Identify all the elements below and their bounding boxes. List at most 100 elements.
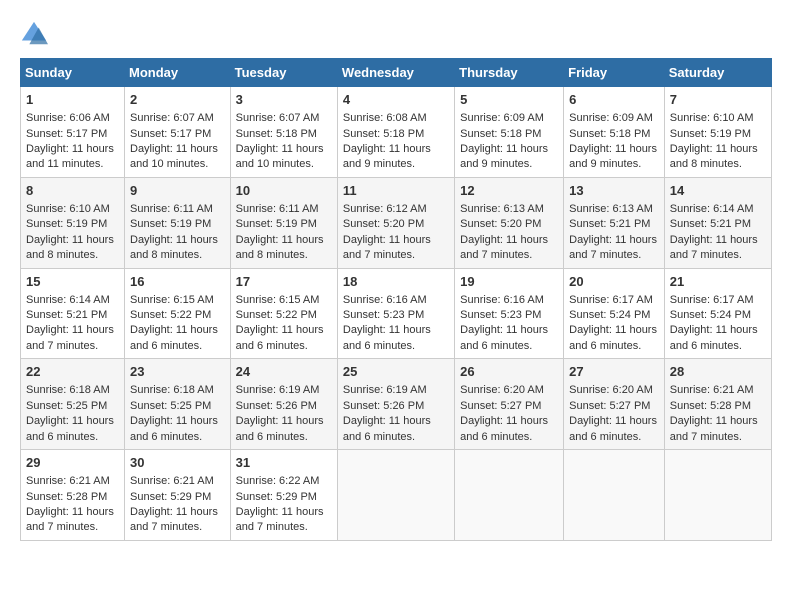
- calendar-cell: 23Sunrise: 6:18 AMSunset: 5:25 PMDayligh…: [125, 359, 231, 450]
- daylight-label: Daylight: 11 hours and 6 minutes.: [26, 415, 114, 442]
- daylight-label: Daylight: 11 hours and 6 minutes.: [460, 415, 548, 442]
- sunset-label: Sunset: 5:26 PM: [236, 400, 317, 412]
- logo: [20, 20, 52, 48]
- daylight-label: Daylight: 11 hours and 8 minutes.: [26, 234, 114, 261]
- daylight-label: Daylight: 11 hours and 8 minutes.: [236, 234, 324, 261]
- daylight-label: Daylight: 11 hours and 10 minutes.: [236, 143, 324, 170]
- calendar-cell: 12Sunrise: 6:13 AMSunset: 5:20 PMDayligh…: [455, 177, 564, 268]
- sunrise-label: Sunrise: 6:21 AM: [670, 384, 754, 396]
- daylight-label: Daylight: 11 hours and 6 minutes.: [569, 324, 657, 351]
- daylight-label: Daylight: 11 hours and 10 minutes.: [130, 143, 218, 170]
- column-header-monday: Monday: [125, 59, 231, 87]
- daylight-label: Daylight: 11 hours and 6 minutes.: [670, 324, 758, 351]
- day-number: 6: [569, 91, 659, 109]
- calendar-cell: [564, 450, 665, 541]
- sunrise-label: Sunrise: 6:13 AM: [460, 203, 544, 215]
- calendar-cell: 15Sunrise: 6:14 AMSunset: 5:21 PMDayligh…: [21, 268, 125, 359]
- sunrise-label: Sunrise: 6:10 AM: [26, 203, 110, 215]
- column-header-thursday: Thursday: [455, 59, 564, 87]
- sunrise-label: Sunrise: 6:15 AM: [130, 294, 214, 306]
- sunrise-label: Sunrise: 6:21 AM: [130, 475, 214, 487]
- daylight-label: Daylight: 11 hours and 7 minutes.: [26, 324, 114, 351]
- calendar-cell: 26Sunrise: 6:20 AMSunset: 5:27 PMDayligh…: [455, 359, 564, 450]
- sunrise-label: Sunrise: 6:16 AM: [460, 294, 544, 306]
- sunrise-label: Sunrise: 6:06 AM: [26, 112, 110, 124]
- day-number: 15: [26, 273, 119, 291]
- sunrise-label: Sunrise: 6:19 AM: [236, 384, 320, 396]
- sunset-label: Sunset: 5:18 PM: [343, 128, 424, 140]
- sunset-label: Sunset: 5:18 PM: [460, 128, 541, 140]
- sunrise-label: Sunrise: 6:16 AM: [343, 294, 427, 306]
- calendar-week-row: 22 Sunrise: 6:18 AM Sunset: 5:25 PM Dayligh…: [21, 359, 772, 450]
- calendar-cell: 22 Sunrise: 6:18 AM Sunset: 5:25 PM Dayligh…: [21, 359, 125, 450]
- calendar-table: SundayMondayTuesdayWednesdayThursdayFrid…: [20, 58, 772, 541]
- calendar-week-row: 1 Sunrise: 6:06 AM Sunset: 5:17 PM Daylight…: [21, 87, 772, 178]
- daylight-label: Daylight: 11 hours and 7 minutes.: [670, 415, 758, 442]
- sunset-label: Sunset: 5:25 PM: [130, 400, 211, 412]
- sunrise-label: Sunrise: 6:11 AM: [130, 203, 213, 215]
- daylight-label: Daylight: 11 hours and 7 minutes.: [670, 234, 758, 261]
- day-number: 9: [130, 182, 225, 200]
- calendar-cell: 5Sunrise: 6:09 AMSunset: 5:18 PMDaylight…: [455, 87, 564, 178]
- day-number: 3: [236, 91, 332, 109]
- calendar-cell: 13Sunrise: 6:13 AMSunset: 5:21 PMDayligh…: [564, 177, 665, 268]
- calendar-cell: 21Sunrise: 6:17 AMSunset: 5:24 PMDayligh…: [664, 268, 771, 359]
- sunset-label: Sunset: 5:18 PM: [236, 128, 317, 140]
- day-number: 10: [236, 182, 332, 200]
- day-number: 22: [26, 363, 119, 381]
- calendar-cell: 11Sunrise: 6:12 AMSunset: 5:20 PMDayligh…: [337, 177, 454, 268]
- day-number: 2: [130, 91, 225, 109]
- sunset-label: Sunset: 5:23 PM: [343, 309, 424, 321]
- sunrise-label: Sunrise: 6:18 AM: [26, 384, 110, 396]
- sunrise-label: Sunrise: 6:21 AM: [26, 475, 110, 487]
- daylight-label: Daylight: 11 hours and 6 minutes.: [130, 324, 218, 351]
- day-number: 8: [26, 182, 119, 200]
- sunset-label: Sunset: 5:22 PM: [236, 309, 317, 321]
- day-number: 19: [460, 273, 558, 291]
- day-number: 7: [670, 91, 766, 109]
- daylight-label: Daylight: 11 hours and 9 minutes.: [460, 143, 548, 170]
- day-number: 16: [130, 273, 225, 291]
- sunset-label: Sunset: 5:21 PM: [569, 218, 650, 230]
- daylight-label: Daylight: 11 hours and 9 minutes.: [569, 143, 657, 170]
- sunrise-label: Sunrise: 6:07 AM: [236, 112, 320, 124]
- sunset-label: Sunset: 5:22 PM: [130, 309, 211, 321]
- daylight-label: Daylight: 11 hours and 7 minutes.: [569, 234, 657, 261]
- sunset-label: Sunset: 5:28 PM: [26, 491, 107, 503]
- sunset-label: Sunset: 5:24 PM: [569, 309, 650, 321]
- sunset-label: Sunset: 5:25 PM: [26, 400, 107, 412]
- sunrise-label: Sunrise: 6:15 AM: [236, 294, 320, 306]
- daylight-label: Daylight: 11 hours and 6 minutes.: [343, 324, 431, 351]
- sunrise-label: Sunrise: 6:19 AM: [343, 384, 427, 396]
- sunset-label: Sunset: 5:17 PM: [26, 128, 107, 140]
- calendar-cell: 16 Sunrise: 6:15 AM Sunset: 5:22 PM Dayligh…: [125, 268, 231, 359]
- sunrise-label: Sunrise: 6:22 AM: [236, 475, 320, 487]
- day-number: 5: [460, 91, 558, 109]
- calendar-cell: 30Sunrise: 6:21 AMSunset: 5:29 PMDayligh…: [125, 450, 231, 541]
- daylight-label: Daylight: 11 hours and 6 minutes.: [236, 324, 324, 351]
- calendar-cell: 25Sunrise: 6:19 AMSunset: 5:26 PMDayligh…: [337, 359, 454, 450]
- sunrise-label: Sunrise: 6:17 AM: [569, 294, 653, 306]
- column-header-tuesday: Tuesday: [230, 59, 337, 87]
- day-number: 20: [569, 273, 659, 291]
- sunset-label: Sunset: 5:20 PM: [460, 218, 541, 230]
- header: [20, 20, 772, 48]
- day-number: 1: [26, 91, 119, 109]
- sunset-label: Sunset: 5:19 PM: [130, 218, 211, 230]
- calendar-cell: [337, 450, 454, 541]
- daylight-label: Daylight: 11 hours and 7 minutes.: [236, 506, 324, 533]
- logo-icon: [20, 20, 48, 48]
- calendar-cell: 8Sunrise: 6:10 AMSunset: 5:19 PMDaylight…: [21, 177, 125, 268]
- calendar-cell: 9Sunrise: 6:11 AMSunset: 5:19 PMDaylight…: [125, 177, 231, 268]
- sunrise-label: Sunrise: 6:17 AM: [670, 294, 754, 306]
- calendar-cell: [664, 450, 771, 541]
- sunrise-label: Sunrise: 6:10 AM: [670, 112, 754, 124]
- calendar-cell: 3 Sunrise: 6:07 AM Sunset: 5:18 PM Daylight…: [230, 87, 337, 178]
- day-number: 11: [343, 182, 449, 200]
- daylight-label: Daylight: 11 hours and 6 minutes.: [130, 415, 218, 442]
- day-number: 29: [26, 454, 119, 472]
- sunrise-label: Sunrise: 6:07 AM: [130, 112, 214, 124]
- calendar-cell: 31Sunrise: 6:22 AMSunset: 5:29 PMDayligh…: [230, 450, 337, 541]
- daylight-label: Daylight: 11 hours and 7 minutes.: [343, 234, 431, 261]
- calendar-cell: 10Sunrise: 6:11 AMSunset: 5:19 PMDayligh…: [230, 177, 337, 268]
